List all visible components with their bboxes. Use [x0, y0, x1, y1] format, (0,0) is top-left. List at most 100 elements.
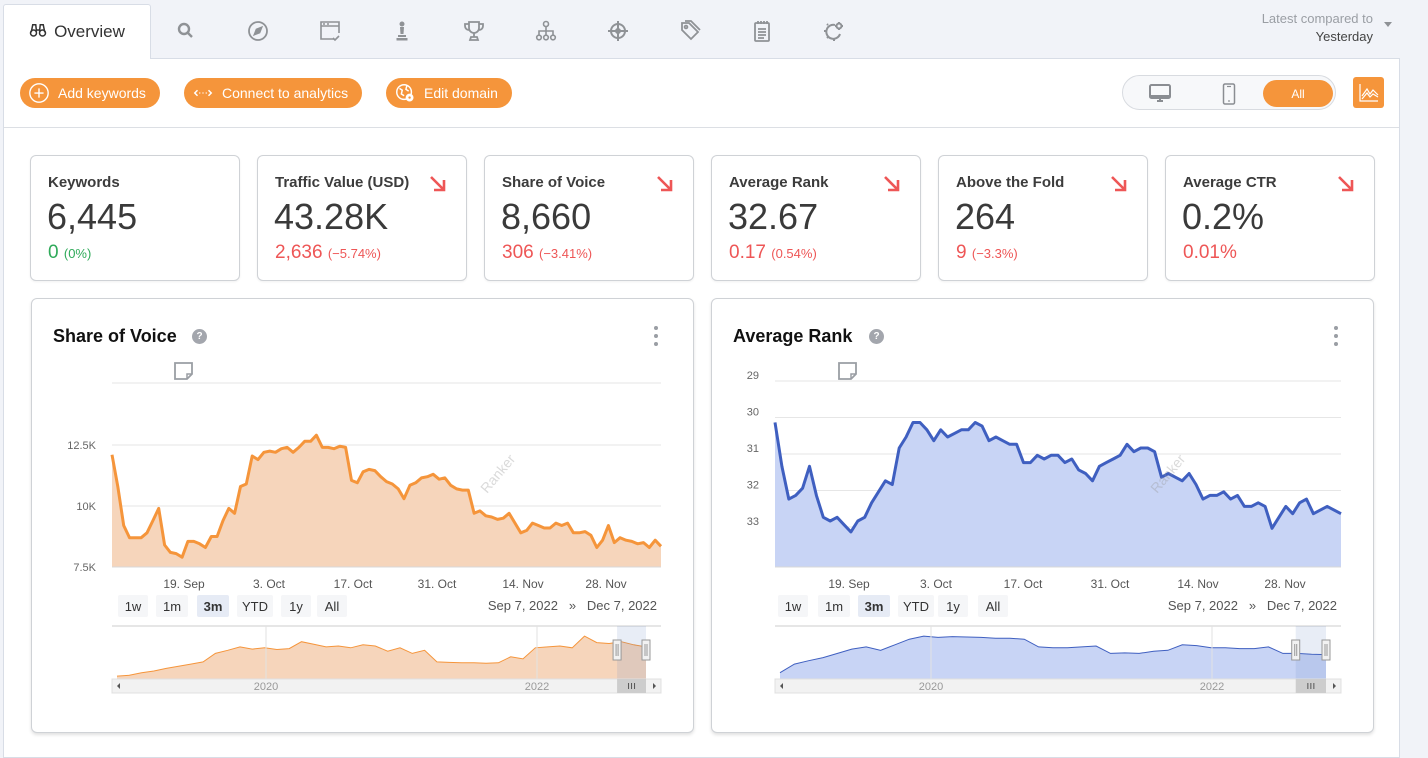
kpi-delta: 9 (−3.3%): [956, 242, 1018, 264]
range-from[interactable]: Sep 7, 2022: [488, 598, 558, 613]
kpi-delta-value: 306: [502, 242, 534, 263]
mobile-icon: [1222, 82, 1236, 105]
connect-icon: [193, 89, 213, 97]
kpi-card[interactable]: Keywords 6,445 0 (0%): [30, 155, 240, 281]
x-tick-label: 19. Sep: [828, 577, 870, 591]
connect-analytics-button[interactable]: Connect to analytics: [184, 78, 363, 108]
range-button-1m[interactable]: 1m: [156, 595, 188, 617]
kpi-delta-value: 0.01%: [1183, 242, 1237, 263]
tab-pages[interactable]: [313, 14, 347, 48]
navigator-handle[interactable]: [1291, 639, 1301, 661]
tab-competitors[interactable]: [385, 14, 419, 48]
range-button-all[interactable]: All: [978, 595, 1008, 617]
tab-overview[interactable]: Overview: [3, 4, 151, 59]
chart-svg: 2930313233Ranker19. Sep 3. Oct 17. Oct 31. …: [747, 362, 1342, 694]
comparison-value: Yesterday: [1315, 29, 1373, 44]
navigator-handle[interactable]: [1321, 639, 1331, 661]
kpi-card[interactable]: Traffic Value (USD) 43.28K 2,636 (−5.74%): [257, 155, 467, 281]
x-tick-label: 3. Oct: [920, 577, 953, 591]
range-to[interactable]: Dec 7, 2022: [587, 598, 657, 613]
tab-tags[interactable]: [673, 14, 707, 48]
add-keywords-label: Add keywords: [58, 85, 146, 101]
range-button-1w[interactable]: 1w: [778, 595, 808, 617]
desktop-option[interactable]: [1143, 80, 1177, 107]
trend-down-arrow-icon: [430, 176, 446, 192]
edit-domain-label: Edit domain: [424, 85, 498, 101]
annotation-note-icon: [174, 362, 193, 380]
scrollbar-track[interactable]: [111, 678, 662, 694]
range-button-3m[interactable]: 3m: [197, 595, 229, 617]
tab-rankings[interactable]: [457, 14, 491, 48]
range-button-1y[interactable]: 1y: [938, 595, 968, 617]
tab-structure[interactable]: [529, 14, 563, 48]
kpi-card[interactable]: Share of Voice 8,660 306 (−3.41%): [484, 155, 694, 281]
kpi-delta-value: 0.17: [729, 242, 766, 263]
compass-icon: [248, 21, 268, 41]
add-keywords-button[interactable]: Add keywords: [20, 78, 160, 108]
panel-title: Average Rank: [733, 326, 853, 346]
y-tick-label: 7.5K: [73, 562, 96, 574]
tab-notes[interactable]: [745, 14, 779, 48]
kpi-value: 32.67: [728, 196, 819, 237]
navigator-area: [780, 636, 1326, 679]
x-tick-label: 28. Nov: [1264, 577, 1305, 591]
help-icon[interactable]: ?: [869, 329, 884, 344]
help-icon[interactable]: ?: [192, 329, 207, 344]
trend-down-arrow-icon: [1338, 176, 1354, 192]
kpi-title: Traffic Value (USD): [275, 174, 410, 191]
chart-view-button[interactable]: [1353, 77, 1384, 108]
y-tick-label: 10K: [76, 501, 96, 513]
range-button-ytd[interactable]: YTD: [898, 595, 934, 617]
kpi-delta-percent: (−3.3%): [971, 246, 1018, 261]
tags-icon: [681, 20, 701, 41]
range-button-all[interactable]: All: [317, 595, 347, 617]
comparison-selector[interactable]: Latest compared to Yesterday: [1262, 10, 1373, 46]
more-options-icon[interactable]: [1333, 326, 1339, 346]
kpi-delta: 0.01%: [1183, 242, 1237, 264]
trophy-icon: [464, 21, 484, 41]
top-navigation: Overview Latest compared to Yesterday: [0, 0, 1428, 59]
caret-down-icon[interactable]: [1384, 22, 1392, 27]
kpi-delta-percent: (−3.41%): [538, 246, 593, 261]
range-button-3m[interactable]: 3m: [858, 595, 890, 617]
average-rank-panel: 29 30 31 32 33 Ranker 19. Sep 3. Oct 17. Oct 31. …: [711, 298, 1374, 733]
navigator-handle[interactable]: [641, 639, 651, 661]
trend-down-arrow-icon: [884, 176, 900, 192]
kpi-card[interactable]: Average Rank 32.67 0.17 (0.54%): [711, 155, 921, 281]
kpi-delta: 0.17 (0.54%): [729, 242, 817, 264]
mobile-option[interactable]: [1215, 80, 1243, 107]
more-options-icon[interactable]: [653, 326, 659, 346]
search-icon: [177, 22, 193, 38]
tab-search[interactable]: [169, 14, 203, 48]
series-area: [112, 435, 661, 567]
navigator-area: [117, 636, 646, 679]
range-button-1w[interactable]: 1w: [118, 595, 148, 617]
tab-settings[interactable]: [817, 14, 851, 48]
navigator-handle[interactable]: [612, 639, 622, 661]
desktop-icon: [1149, 83, 1171, 102]
date-range: Sep 7, 2022 » Dec 7, 2022: [1168, 598, 1337, 613]
x-tick-label: 31. Oct: [418, 577, 457, 591]
tab-target[interactable]: [601, 14, 635, 48]
tab-discover[interactable]: [241, 14, 275, 48]
y-tick-label: 30: [747, 407, 759, 419]
edit-domain-button[interactable]: Edit domain: [386, 78, 512, 108]
date-range: Sep 7, 2022 » Dec 7, 2022: [488, 598, 657, 613]
trend-down-arrow-icon: [1111, 176, 1127, 192]
range-from[interactable]: Sep 7, 2022: [1168, 598, 1238, 613]
kpi-delta-value: 0: [48, 242, 59, 263]
scrollbar-track[interactable]: [774, 678, 1342, 694]
watermark: Ranker: [477, 451, 518, 496]
gears-icon: [824, 22, 843, 41]
kpi-card[interactable]: Average CTR 0.2% 0.01%: [1165, 155, 1375, 281]
y-tick-label: 33: [747, 516, 759, 528]
range-button-1m[interactable]: 1m: [818, 595, 850, 617]
trend-down-arrow-icon: [657, 176, 673, 192]
range-button-ytd[interactable]: YTD: [237, 595, 273, 617]
range-to[interactable]: Dec 7, 2022: [1267, 598, 1337, 613]
range-separator: »: [568, 598, 577, 613]
kpi-card[interactable]: Above the Fold 264 9 (−3.3%): [938, 155, 1148, 281]
range-button-1y[interactable]: 1y: [281, 595, 311, 617]
y-tick-label: 32: [747, 480, 759, 492]
all-devices-option[interactable]: All: [1263, 80, 1333, 107]
